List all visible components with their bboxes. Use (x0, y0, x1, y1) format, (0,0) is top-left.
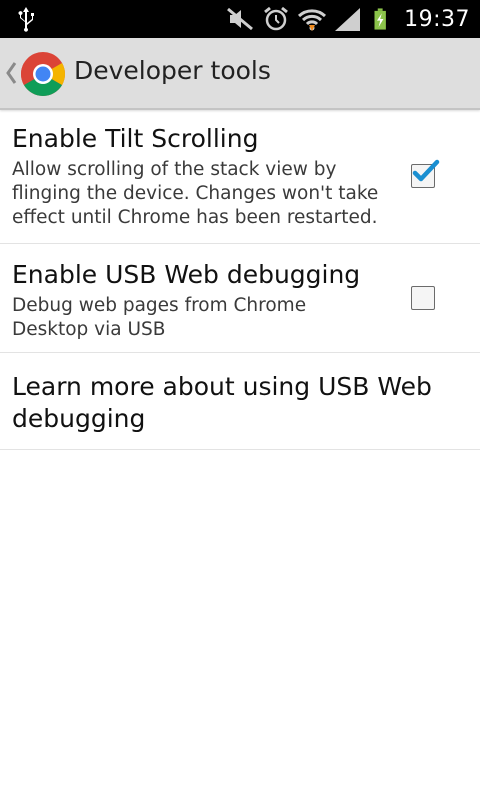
pref-title: Learn more about using USB Web debugging (12, 372, 432, 433)
pref-learn-more-usb-debugging[interactable]: Learn more about using USB Web debugging (0, 353, 480, 450)
alarm-icon (264, 6, 289, 31)
up-chevron-icon[interactable] (4, 60, 18, 86)
usb-debugging-checkbox[interactable] (411, 286, 435, 310)
mute-icon (227, 7, 254, 31)
battery-charging-icon (374, 8, 386, 30)
pref-enable-tilt-scrolling[interactable]: Enable Tilt Scrolling Allow scrolling of… (0, 110, 480, 244)
signal-icon (335, 8, 361, 31)
chrome-logo[interactable] (20, 51, 66, 97)
pref-summary: Debug web pages from Chrome Desktop via … (12, 295, 307, 340)
status-bar: 19:37 (0, 0, 480, 38)
wifi-icon (298, 9, 327, 31)
pref-enable-usb-web-debugging[interactable]: Enable USB Web debugging Debug web pages… (0, 244, 480, 353)
usb-icon (18, 7, 34, 32)
tilt-scrolling-checkbox[interactable] (411, 159, 440, 188)
clock: 19:37 (404, 6, 470, 32)
check-icon (412, 159, 440, 182)
preference-list: Enable Tilt Scrolling Allow scrolling of… (0, 110, 480, 450)
pref-title: Enable USB Web debugging (12, 260, 361, 289)
pref-title: Enable Tilt Scrolling (12, 124, 259, 153)
page-title: Developer tools (74, 56, 271, 85)
pref-summary: Allow scrolling of the stack view by fli… (12, 159, 379, 228)
action-bar: Developer tools (0, 38, 480, 110)
